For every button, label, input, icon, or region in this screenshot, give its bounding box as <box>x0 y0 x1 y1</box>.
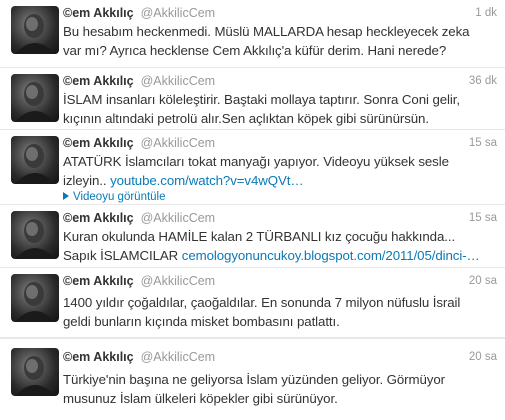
user-handle[interactable]: @AkkilicCem <box>141 274 216 288</box>
user-name[interactable]: ©em Akkılıç <box>63 350 134 364</box>
tweet-header: ©em Akkılıç @AkkilicCem 20 sa <box>63 273 497 289</box>
blog-link[interactable]: cemologyonuncukoy.blogspot.com/2011/05/d… <box>182 248 480 263</box>
timestamp[interactable]: 1 dk <box>475 5 497 21</box>
tweet-item[interactable]: ©em Akkılıç @AkkilicCem 20 sa 1400 yıldır… <box>0 268 505 338</box>
timestamp[interactable]: 36 dk <box>469 73 497 89</box>
user-name[interactable]: ©em Akkılıç <box>63 6 134 20</box>
view-video-button[interactable]: Videoyu görüntüle <box>63 190 166 204</box>
tweet-text-line: kıçının altındaki petrolü alır.Sen açlık… <box>63 110 429 126</box>
play-icon <box>63 192 69 200</box>
tweet-header: ©em Akkılıç @AkkilicCem 36 dk <box>63 73 497 89</box>
user-name[interactable]: ©em Akkılıç <box>63 74 134 88</box>
user-handle[interactable]: @AkkilicCem <box>141 211 216 225</box>
tweet-header: ©em Akkılıç @AkkilicCem 15 sa <box>63 210 497 226</box>
tweet-text-line: izleyin.. youtube.com/watch?v=v4wQVt… <box>63 172 493 191</box>
tweet-timeline: ©em Akkılıç @AkkilicCem 1 dk Bu hesabım h… <box>0 0 505 420</box>
avatar[interactable] <box>11 348 59 396</box>
tweet-text: İSLAM insanları köleleştirir. Baştaki mo… <box>63 91 493 128</box>
avatar[interactable] <box>11 274 59 322</box>
tweet-text-line: Kuran okulunda HAMİLE kalan 2 TÜRBANLI k… <box>63 229 456 244</box>
tweet-text: Bu hesabım heckenmedi. Müslü MALLARDA he… <box>63 23 493 60</box>
tweet-text-line: Türkiye'nin başına ne geliyorsa İslam yü… <box>63 372 445 387</box>
tweet-text-fragment: izleyin.. <box>63 172 107 188</box>
timestamp[interactable]: 20 sa <box>469 349 497 365</box>
tweet-header: ©em Akkılıç @AkkilicCem 15 sa <box>63 135 497 151</box>
tweet-header: ©em Akkılıç @AkkilicCem 20 sa <box>63 349 497 365</box>
tweet-text-line: İSLAM insanları köleleştirir. Baştaki mo… <box>63 92 460 107</box>
user-handle[interactable]: @AkkilicCem <box>141 74 216 88</box>
tweet-text-fragment: Sapık İSLAMCILAR <box>63 247 179 263</box>
tweet-text-line: Bu hesabım heckenmedi. Müslü MALLARDA he… <box>63 24 470 39</box>
user-handle[interactable]: @AkkilicCem <box>141 6 216 20</box>
tweet-text-line: musunuz İslam ülkeleri köpekler gibi sür… <box>63 390 338 406</box>
tweet-text-line: ATATÜRK İslamcıları tokat manyağı yapıyo… <box>63 154 449 169</box>
tweet-text-line: var mı? Ayrıca hecklense Cem Akkılıç'a k… <box>63 42 447 58</box>
tweet-text-line: geldi bunların kıçında misket bombasını … <box>63 313 340 329</box>
tweet-text: Türkiye'nin başına ne geliyorsa İslam yü… <box>63 371 493 408</box>
timestamp[interactable]: 15 sa <box>469 210 497 226</box>
tweet-item[interactable]: ©em Akkılıç @AkkilicCem 15 sa Kuran okulu… <box>0 205 505 268</box>
tweet-item[interactable]: ©em Akkılıç @AkkilicCem 36 dk İSLAM insan… <box>0 68 505 130</box>
user-handle[interactable]: @AkkilicCem <box>141 136 216 150</box>
tweet-item[interactable]: ©em Akkılıç @AkkilicCem 1 dk Bu hesabım h… <box>0 0 505 68</box>
tweet-text: 1400 yıldır çoğaldılar, çaoğaldılar. En … <box>63 294 493 331</box>
timestamp[interactable]: 15 sa <box>469 135 497 151</box>
tweet-text-line: 1400 yıldır çoğaldılar, çaoğaldılar. En … <box>63 295 461 310</box>
avatar[interactable] <box>11 211 59 259</box>
user-name[interactable]: ©em Akkılıç <box>63 211 134 225</box>
video-link[interactable]: youtube.com/watch?v=v4wQVt… <box>110 173 304 188</box>
avatar[interactable] <box>11 6 59 54</box>
view-video-label: Videoyu görüntüle <box>73 191 166 203</box>
user-name[interactable]: ©em Akkılıç <box>63 274 134 288</box>
user-handle[interactable]: @AkkilicCem <box>141 350 216 364</box>
user-name[interactable]: ©em Akkılıç <box>63 136 134 150</box>
tweet-header: ©em Akkılıç @AkkilicCem 1 dk <box>63 5 497 21</box>
tweet-text-line: Sapık İSLAMCILAR cemologyonuncukoy.blogs… <box>63 247 493 266</box>
avatar[interactable] <box>11 136 59 184</box>
avatar[interactable] <box>11 74 59 122</box>
tweet-item[interactable]: ©em Akkılıç @AkkilicCem 15 sa ATATÜRK İsl… <box>0 130 505 205</box>
tweet-text: ATATÜRK İslamcıları tokat manyağı yapıyo… <box>63 153 493 190</box>
tweet-item[interactable]: ©em Akkılıç @AkkilicCem 20 sa Türkiye'nin… <box>0 338 505 420</box>
timestamp[interactable]: 20 sa <box>469 273 497 289</box>
tweet-text: Kuran okulunda HAMİLE kalan 2 TÜRBANLI k… <box>63 228 493 265</box>
